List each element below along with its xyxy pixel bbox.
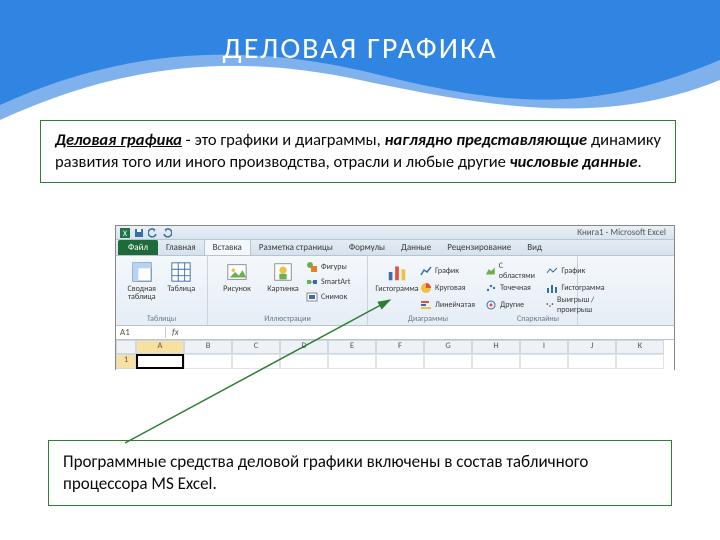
tab-review[interactable]: Рецензирование [439, 240, 519, 255]
redo-icon [162, 228, 172, 238]
tab-file[interactable]: Файл [118, 240, 158, 255]
definition-emphasis-2: числовые данные [510, 152, 638, 172]
tab-insert[interactable]: Вставка [204, 239, 251, 255]
tab-home[interactable]: Главная [158, 240, 204, 255]
cell[interactable] [472, 354, 520, 369]
undo-icon [148, 228, 158, 238]
definition-emphasis-1: наглядно представляющие [385, 130, 588, 150]
cell[interactable] [424, 354, 472, 369]
cell[interactable] [568, 354, 616, 369]
tab-data[interactable]: Данные [393, 240, 439, 255]
excel-logo-icon: X [120, 228, 130, 238]
spark-winloss-button[interactable]: Выигрыш / проигрыш [546, 295, 604, 315]
area-chart-button[interactable]: С областями [485, 261, 536, 281]
spark-col-button[interactable]: Гистограмма [546, 282, 604, 294]
definition-term: Деловая графика [55, 130, 182, 150]
ribbon-tabs: Файл Главная Вставка Разметка страницы Ф… [116, 240, 674, 256]
scatter-chart-button[interactable]: Точечная [485, 282, 536, 294]
shapes-button[interactable]: Фигуры [306, 261, 350, 273]
picture-icon [226, 261, 248, 283]
smartart-icon [306, 276, 318, 288]
column-chart-icon [386, 261, 408, 283]
clipart-icon [272, 261, 294, 283]
spark-line-button[interactable]: График [546, 261, 604, 281]
note-box: Программные средства деловой графики вкл… [48, 440, 672, 506]
col-header[interactable]: H [472, 340, 520, 354]
winloss-icon [546, 299, 554, 311]
cell[interactable] [520, 354, 568, 369]
pivot-table-icon [131, 261, 153, 283]
cell[interactable] [616, 354, 664, 369]
table-icon [170, 261, 192, 283]
other-chart-icon [485, 299, 497, 311]
sparkline-icon [546, 265, 558, 277]
definition-box: Деловая графика - это графики и диаграмм… [40, 120, 676, 183]
bar-chart-button[interactable]: Линейчатая [420, 295, 475, 315]
line-chart-icon [420, 265, 432, 277]
col-header[interactable]: J [568, 340, 616, 354]
line-chart-button[interactable]: График [420, 261, 475, 281]
pie-chart-button[interactable]: Круговая [420, 282, 475, 294]
shapes-icon [306, 261, 318, 273]
sparkcol-icon [546, 282, 558, 294]
tab-page-layout[interactable]: Разметка страницы [251, 240, 341, 255]
excel-titlebar: X Книга1 - Microsoft Excel [116, 226, 674, 240]
other-chart-button[interactable]: Другие [485, 295, 536, 315]
excel-window-title: Книга1 - Microsoft Excel [577, 227, 666, 238]
area-chart-icon [485, 265, 496, 277]
slide-title: ДЕЛОВАЯ ГРАФИКА [0, 30, 720, 67]
note-text: Программные средства деловой графики вкл… [63, 451, 588, 494]
bar-chart-icon [420, 299, 432, 311]
arrow-annotation [115, 295, 400, 445]
tab-view[interactable]: Вид [519, 240, 550, 255]
pie-chart-icon [420, 282, 432, 294]
scatter-chart-icon [485, 282, 497, 294]
tab-formulas[interactable]: Формулы [341, 240, 393, 255]
smartart-button[interactable]: SmartArt [306, 276, 350, 288]
col-header[interactable]: K [616, 340, 664, 354]
col-header[interactable]: G [424, 340, 472, 354]
col-header[interactable]: I [520, 340, 568, 354]
save-icon [134, 228, 144, 238]
